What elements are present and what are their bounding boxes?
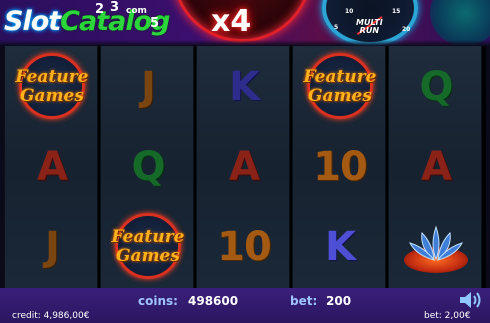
- reel-cell: Q: [101, 127, 195, 207]
- feature-text-line1: Feature: [111, 227, 185, 247]
- reel-cell: A: [389, 127, 483, 207]
- reel-column: Feature Games 10 K: [292, 46, 386, 288]
- reel-cell: Feature Games: [5, 47, 99, 127]
- reel-cell: Feature Games: [293, 47, 387, 127]
- reel-cell: J: [5, 207, 99, 287]
- lotus-icon: [409, 225, 463, 261]
- feature-games-symbol: Feature Games: [9, 51, 95, 123]
- reel-cell: A: [5, 127, 99, 207]
- lotus-symbol: [396, 217, 476, 277]
- symbol-a: A: [229, 144, 260, 190]
- bet-amount: bet: 2,00€: [424, 311, 471, 321]
- logo-digit: 5: [150, 16, 160, 31]
- symbol-j: J: [45, 224, 60, 270]
- reel-cell: Feature Games: [101, 207, 195, 287]
- speedometer-number: 20: [402, 26, 411, 33]
- feature-text-line1: Feature: [15, 67, 89, 87]
- bet-value: 200: [326, 294, 352, 308]
- reel-cell: 10: [293, 127, 387, 207]
- symbol-j: J: [141, 64, 156, 110]
- feature-text-line1: Feature: [303, 67, 377, 87]
- symbol-q: Q: [131, 144, 165, 190]
- feature-games-symbol: Feature Games: [297, 51, 383, 123]
- symbol-k: K: [325, 224, 356, 270]
- symbol-a: A: [37, 144, 68, 190]
- feature-text-line2: Games: [20, 86, 84, 106]
- reel-cell: A: [197, 127, 291, 207]
- reel-cell: K: [197, 47, 291, 127]
- reel-cell: Q: [389, 47, 483, 127]
- symbol-10: 10: [313, 144, 368, 190]
- bottom-bar: coins: 498600 bet: 200 credit: 4,986,00€…: [0, 288, 490, 323]
- speedometer-number: 15: [392, 8, 401, 15]
- feature-games-symbol: Feature Games: [105, 211, 191, 283]
- reel-cell: 10: [197, 207, 291, 287]
- symbol-10: 10: [217, 224, 272, 270]
- logo-com-text: com: [126, 6, 147, 16]
- feature-games-text: Feature Games: [16, 68, 89, 106]
- multiplier-value: x4: [211, 4, 252, 39]
- feature-text-line2: Games: [308, 86, 372, 106]
- symbol-k: K: [229, 64, 260, 110]
- coins-label: coins:: [138, 294, 178, 308]
- speedometer-label-line2: RUN: [359, 26, 380, 35]
- logo-digit: 3: [110, 0, 120, 15]
- reel-cell: [389, 207, 483, 287]
- reel-column: J Q Feature Games: [100, 46, 194, 288]
- top-bar: SlotCatalog 2 3 com 5 x4 5 10 15 20 MULT…: [0, 0, 490, 46]
- reel-column: QA: [388, 46, 482, 288]
- logo-digit: 2: [95, 2, 105, 17]
- coins-value: 498600: [188, 294, 239, 308]
- symbol-q: Q: [419, 64, 453, 110]
- logo-slot-text: Slot: [4, 6, 61, 37]
- feature-games-text: Feature Games: [112, 228, 185, 266]
- speedometer-number: 5: [334, 24, 339, 31]
- reel-column: Feature Games A J: [4, 46, 98, 288]
- feature-text-line2: Games: [116, 246, 180, 266]
- speedometer-label: MULTI RUN: [356, 19, 383, 35]
- credit-amount: credit: 4,986,00€: [12, 311, 90, 321]
- reel-cell: J: [101, 47, 195, 127]
- reel-column: K A 10: [196, 46, 290, 288]
- symbol-a: A: [421, 144, 452, 190]
- reel-cell: K: [293, 207, 387, 287]
- speaker-icon[interactable]: [458, 291, 482, 309]
- bet-label: bet:: [290, 294, 318, 308]
- reel-area: Feature Games A J J Q Feature Games K A 10 Feature G…: [4, 46, 486, 288]
- lotus-petal: [432, 225, 440, 261]
- feature-games-text: Feature Games: [304, 68, 377, 106]
- speedometer-number: 10: [345, 8, 354, 15]
- right-decoration: [430, 0, 490, 46]
